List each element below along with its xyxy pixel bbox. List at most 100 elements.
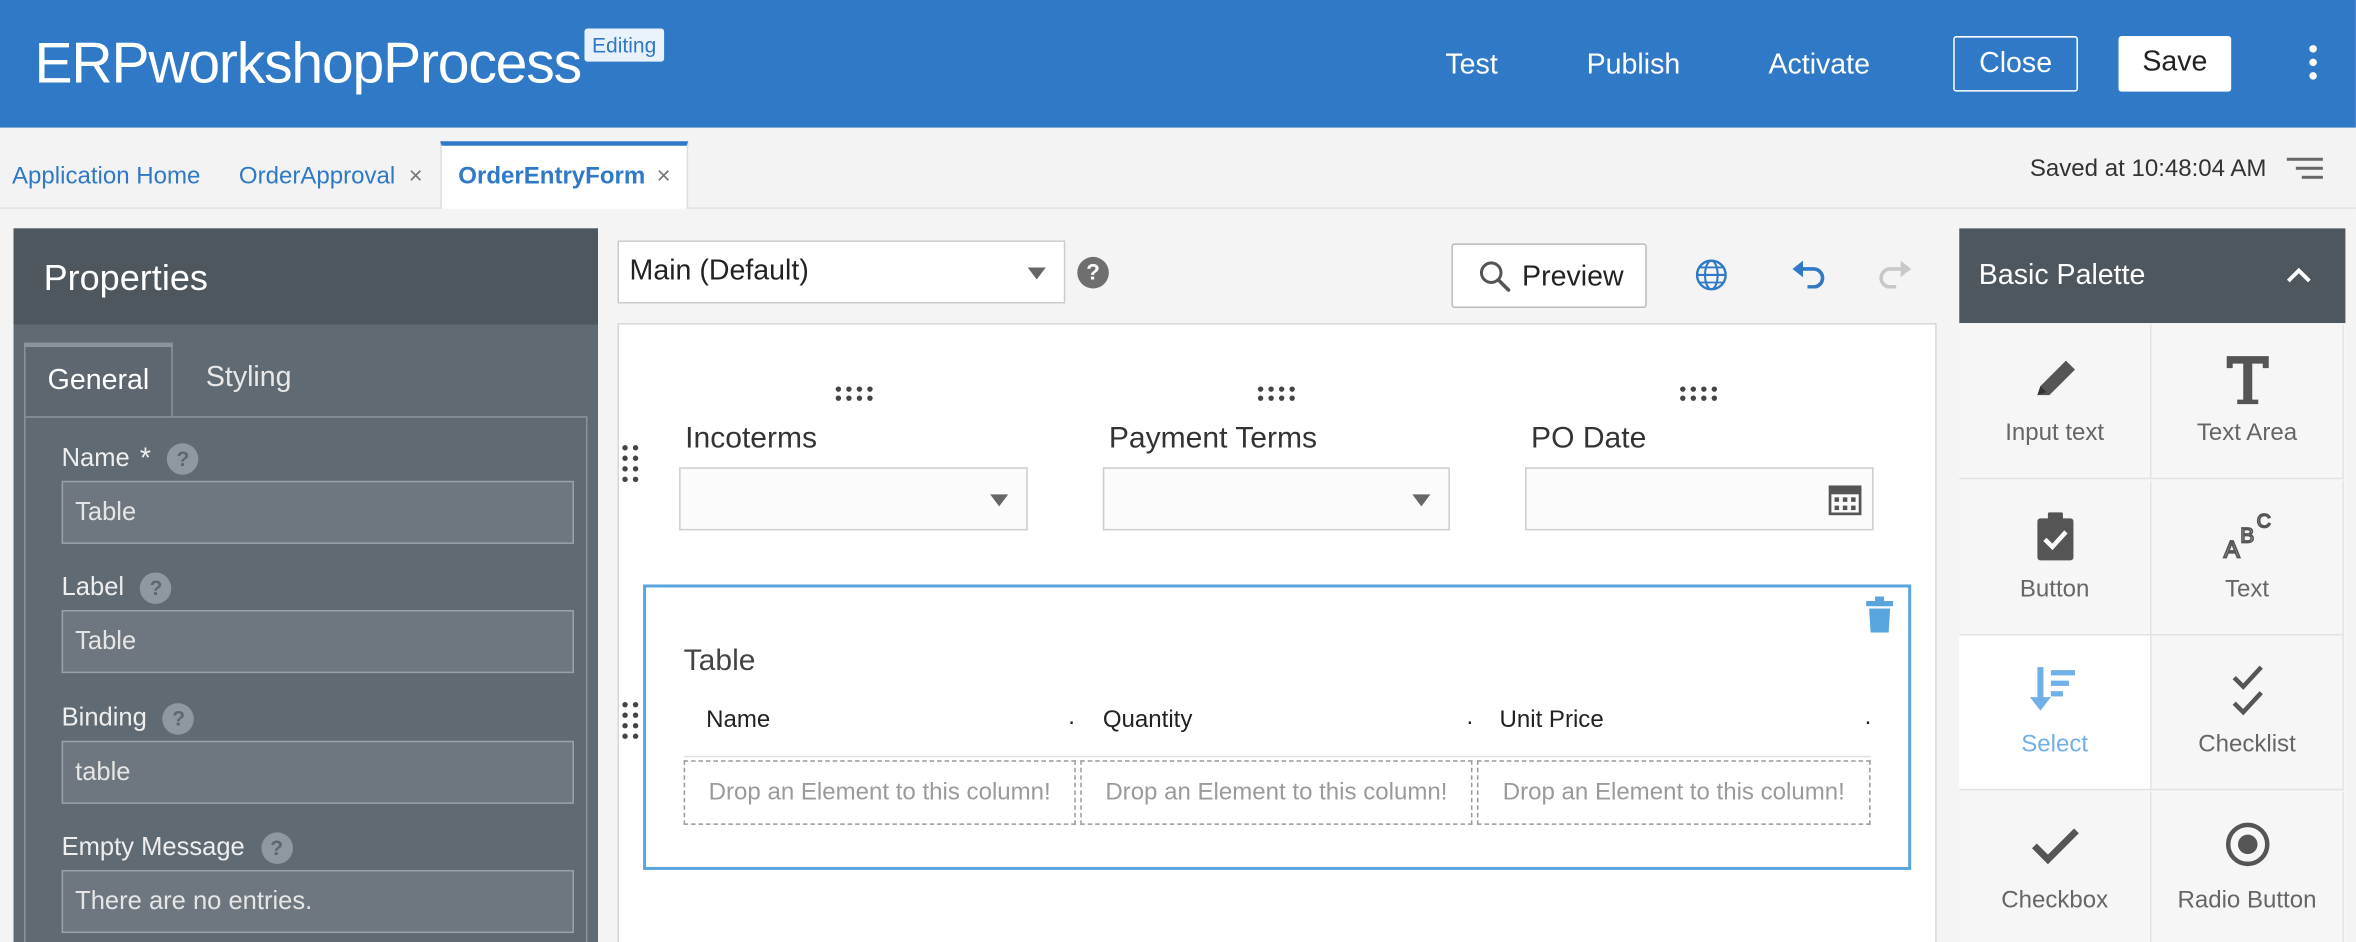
properties-header: Properties <box>13 228 598 325</box>
payment-terms-select[interactable] <box>1102 467 1450 531</box>
form-canvas: Incoterms Payment Terms PO Date Table Na… <box>617 323 1937 942</box>
more-menu-icon[interactable] <box>2300 45 2324 84</box>
properties-panel: Properties General Styling Name * ? Tabl… <box>13 228 598 942</box>
column-separator: . <box>1864 704 1872 731</box>
palette-item-radio-button[interactable]: Radio Button <box>2151 791 2344 942</box>
palette-item-label: Select <box>2021 731 2089 758</box>
calendar-icon[interactable] <box>1827 481 1863 517</box>
outline-list-icon[interactable] <box>2286 157 2323 185</box>
palette-item-label: Radio Button <box>2177 887 2317 914</box>
palette-item-button[interactable]: Button <box>1959 480 2152 636</box>
close-tab-icon[interactable]: × <box>657 164 671 191</box>
chevron-down-icon <box>990 494 1009 507</box>
pencil-icon <box>2037 360 2075 396</box>
help-icon[interactable]: ? <box>1077 256 1109 289</box>
activate-link[interactable]: Activate <box>1768 50 1870 83</box>
label-field-label: Label ? <box>62 572 172 605</box>
palette-item-select[interactable]: Select <box>1959 635 2152 791</box>
palette-item-input-text[interactable]: Input text <box>1959 324 2152 480</box>
close-tab-icon[interactable]: × <box>409 164 423 191</box>
undo-icon[interactable] <box>1791 258 1827 289</box>
column-separator: . <box>1068 704 1075 731</box>
palette-item-label: Checklist <box>2198 731 2296 758</box>
basic-palette: Basic Palette Input text Text Area Butto… <box>1959 228 2346 942</box>
trash-icon[interactable] <box>1866 596 1894 633</box>
form-select[interactable]: Main (Default) <box>617 240 1066 304</box>
table-element[interactable]: Table Name . Quantity . Unit Price . Dro… <box>643 584 1912 870</box>
column-header-quantity: Quantity <box>1102 707 1193 734</box>
drag-handle-icon[interactable] <box>1680 386 1719 401</box>
test-link[interactable]: Test <box>1445 50 1497 83</box>
name-field-label: Name * ? <box>62 443 199 476</box>
globe-icon[interactable] <box>1695 258 1728 291</box>
column-separator: . <box>1466 704 1474 731</box>
general-tab-content: Name * ? Table Label ? Table Binding ? t… <box>24 416 588 942</box>
radio-icon <box>2225 822 2270 867</box>
help-icon[interactable]: ? <box>162 703 195 735</box>
empty-message-field[interactable]: There are no entries. <box>61 869 574 934</box>
table-header-divider <box>683 755 1871 758</box>
properties-title: Properties <box>43 258 208 299</box>
incoterms-select[interactable] <box>679 467 1028 531</box>
chevron-up-icon[interactable] <box>2285 266 2312 284</box>
abc-text-icon: A B C <box>2223 510 2272 565</box>
help-icon[interactable]: ? <box>140 572 172 605</box>
preview-button[interactable]: Preview <box>1451 243 1647 309</box>
close-button[interactable]: Close <box>1953 36 2078 92</box>
app-title: ERPworkshopProcess <box>34 33 583 97</box>
form-select-value: Main (Default) <box>629 255 809 287</box>
required-marker: * <box>139 443 152 475</box>
empty-message-field-label: Empty Message ? <box>62 832 293 864</box>
incoterms-label: Incoterms <box>685 422 818 456</box>
search-icon <box>1479 261 1511 292</box>
po-date-label: PO Date <box>1531 422 1647 456</box>
tab-application-home[interactable]: Application Home <box>12 164 200 191</box>
tab-order-entry-form-label: OrderEntryForm <box>458 163 646 190</box>
editing-badge: Editing <box>584 28 664 62</box>
redo-icon[interactable] <box>1877 258 1913 289</box>
binding-field[interactable]: table <box>61 740 574 804</box>
palette-item-checklist[interactable]: Checklist <box>2151 635 2344 791</box>
column-header-unit-price: Unit Price <box>1499 707 1604 734</box>
tab-order-approval[interactable]: OrderApproval <box>239 164 395 191</box>
preview-label: Preview <box>1522 261 1624 293</box>
svg-text:A: A <box>2224 536 2240 563</box>
palette-item-label: Text Area <box>2196 420 2298 447</box>
drag-handle-icon[interactable] <box>622 701 640 741</box>
document-tab-bar: Application Home OrderApproval × OrderEn… <box>0 127 2356 209</box>
palette-item-label: Input text <box>2005 420 2105 447</box>
palette-item-label: Text <box>2224 576 2270 603</box>
name-field[interactable]: Table <box>61 480 574 544</box>
column-drop-zone[interactable]: Drop an Element to this column! <box>683 760 1076 825</box>
label-field[interactable]: Table <box>61 610 574 674</box>
chevron-down-icon <box>1027 267 1046 280</box>
palette-item-text[interactable]: A B C Text <box>2151 480 2344 636</box>
save-button[interactable]: Save <box>2118 36 2232 92</box>
tab-order-entry-form[interactable]: OrderEntryForm × <box>440 141 689 209</box>
binding-field-label: Binding ? <box>62 703 195 735</box>
svg-text:B: B <box>2240 524 2254 547</box>
help-icon[interactable]: ? <box>260 832 293 864</box>
drag-handle-icon[interactable] <box>622 445 640 484</box>
text-t-icon <box>2226 356 2269 405</box>
palette-item-label: Checkbox <box>2001 887 2109 914</box>
payment-terms-label: Payment Terms <box>1108 422 1318 456</box>
palette-item-text-area[interactable]: Text Area <box>2151 324 2344 480</box>
select-list-icon <box>2029 667 2075 711</box>
po-date-input[interactable] <box>1525 467 1874 531</box>
table-title: Table <box>683 644 756 678</box>
palette-item-label: Button <box>2019 576 2090 603</box>
clipboard-check-icon <box>2037 512 2074 561</box>
help-icon[interactable]: ? <box>167 443 199 475</box>
drag-handle-icon[interactable] <box>835 386 874 401</box>
palette-item-checkbox[interactable]: Checkbox <box>1959 791 2152 942</box>
drag-handle-icon[interactable] <box>1257 386 1297 401</box>
column-drop-zone[interactable]: Drop an Element to this column! <box>1476 760 1871 825</box>
palette-title: Basic Palette <box>1978 259 2146 292</box>
palette-header[interactable]: Basic Palette <box>1959 228 2346 324</box>
column-drop-zone[interactable]: Drop an Element to this column! <box>1080 760 1473 825</box>
tab-styling[interactable]: Styling <box>206 362 292 395</box>
checklist-icon <box>2232 665 2263 716</box>
publish-link[interactable]: Publish <box>1587 50 1681 83</box>
tab-general[interactable]: General <box>24 342 173 418</box>
